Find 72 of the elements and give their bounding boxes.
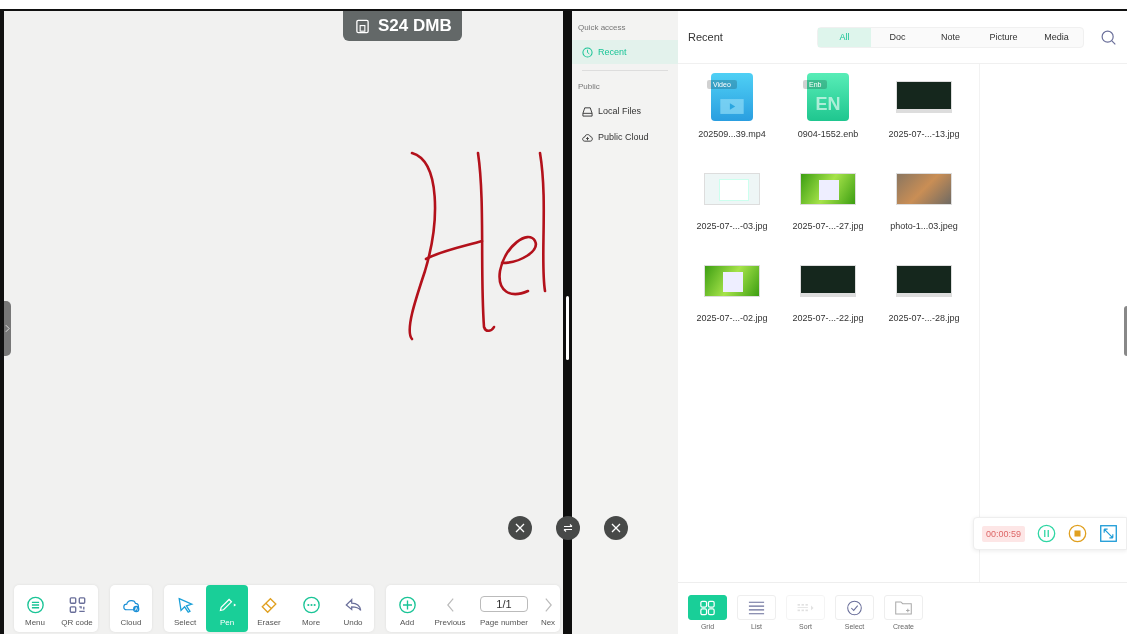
eraser-icon — [259, 596, 279, 614]
file-name: 2025-07-...-02.jpg — [696, 313, 768, 323]
file-name: 2025-07-...-27.jpg — [792, 221, 864, 231]
filter-tab[interactable]: Media — [1030, 27, 1083, 47]
tool-button[interactable]: Menu — [14, 585, 56, 632]
section-heading: Quick access — [577, 22, 627, 32]
file-name: 202509...39.mp4 — [698, 129, 766, 139]
image-thumbnail — [800, 265, 856, 297]
page-number-control[interactable]: 1/1 Page number — [472, 585, 536, 632]
section-heading: Public — [577, 81, 601, 91]
image-thumbnail — [896, 81, 952, 113]
tool-button[interactable]: Cloud — [110, 585, 152, 632]
device-name: S24 DMB — [378, 16, 452, 36]
stop-icon[interactable] — [1068, 524, 1087, 543]
sidebar-item[interactable]: Local Files — [572, 99, 678, 123]
file-item[interactable]: photo-1...03.jpeg — [876, 160, 972, 252]
file-item[interactable]: 2025-07-...-28.jpg — [876, 252, 972, 344]
pen-icon — [217, 596, 237, 614]
list-icon — [747, 599, 766, 616]
close-icon — [610, 522, 622, 534]
file-item[interactable]: 2025-07-...-27.jpg — [780, 160, 876, 252]
file-name: 2025-07-...-22.jpg — [792, 313, 864, 323]
tool-button[interactable]: Add — [386, 585, 428, 632]
file-name: photo-1...03.jpeg — [890, 221, 958, 231]
file-name: 2025-07-...-28.jpg — [888, 313, 960, 323]
chevron-right-icon — [5, 324, 10, 333]
menu-icon — [25, 596, 45, 614]
grid-icon — [698, 599, 717, 616]
side-handle[interactable] — [1124, 306, 1127, 356]
sidebar-item[interactable]: Public Cloud — [572, 125, 678, 149]
file-item[interactable]: 2025-07-...-13.jpg — [876, 68, 972, 160]
drive-icon — [582, 105, 593, 117]
add-icon — [397, 596, 417, 614]
whiteboard-canvas[interactable]: S24 DMB Menu QR code Cloud Select Pen Eraser More Undo Add Previous 1/1 Page number Nex — [0, 11, 563, 634]
file-name: 0904-1552.enb — [797, 129, 859, 139]
tool-button[interactable]: Select — [164, 585, 206, 632]
new-folder-icon — [894, 599, 913, 616]
page-title: Recent — [688, 31, 724, 43]
tool-button[interactable]: Undo — [332, 585, 374, 632]
qr-code-icon — [67, 596, 87, 614]
tool-button[interactable]: More — [290, 585, 332, 632]
expand-icon[interactable] — [1099, 524, 1118, 543]
cast-icon — [355, 18, 370, 34]
cloud-upload-icon — [582, 131, 593, 143]
file-name: 2025-07-...-03.jpg — [696, 221, 768, 231]
pause-icon[interactable] — [1037, 524, 1056, 543]
image-thumbnail — [896, 173, 952, 205]
swap-icon — [562, 522, 574, 534]
clock-icon — [582, 46, 593, 58]
tool-button[interactable]: Nex — [536, 585, 560, 632]
file-item[interactable]: 2025-07-...-22.jpg — [780, 252, 876, 344]
filter-tab[interactable]: Picture — [977, 27, 1030, 47]
tool-button[interactable]: QR code — [56, 585, 98, 632]
image-thumbnail — [704, 265, 760, 297]
image-thumbnail — [800, 173, 856, 205]
more-icon — [301, 596, 321, 614]
tool-button[interactable]: Previous — [428, 585, 472, 632]
filter-tab[interactable]: Doc — [871, 27, 924, 47]
file-name: 2025-07-...-13.jpg — [888, 129, 960, 139]
image-thumbnail — [896, 265, 952, 297]
close-icon — [514, 522, 526, 534]
image-thumbnail — [704, 173, 760, 205]
file-item[interactable]: 2025-07-...-02.jpg — [684, 252, 780, 344]
recording-time: 00:00:59 — [981, 525, 1025, 542]
search-icon[interactable] — [1100, 28, 1117, 46]
view-button[interactable] — [688, 595, 727, 620]
side-handle[interactable] — [4, 301, 11, 356]
check-circle-icon — [845, 599, 864, 616]
filter-tab[interactable]: Note — [924, 27, 977, 47]
tool-button[interactable]: Eraser — [248, 585, 290, 632]
undo-icon — [343, 596, 363, 614]
file-item[interactable]: 2025-07-...-03.jpg — [684, 160, 780, 252]
